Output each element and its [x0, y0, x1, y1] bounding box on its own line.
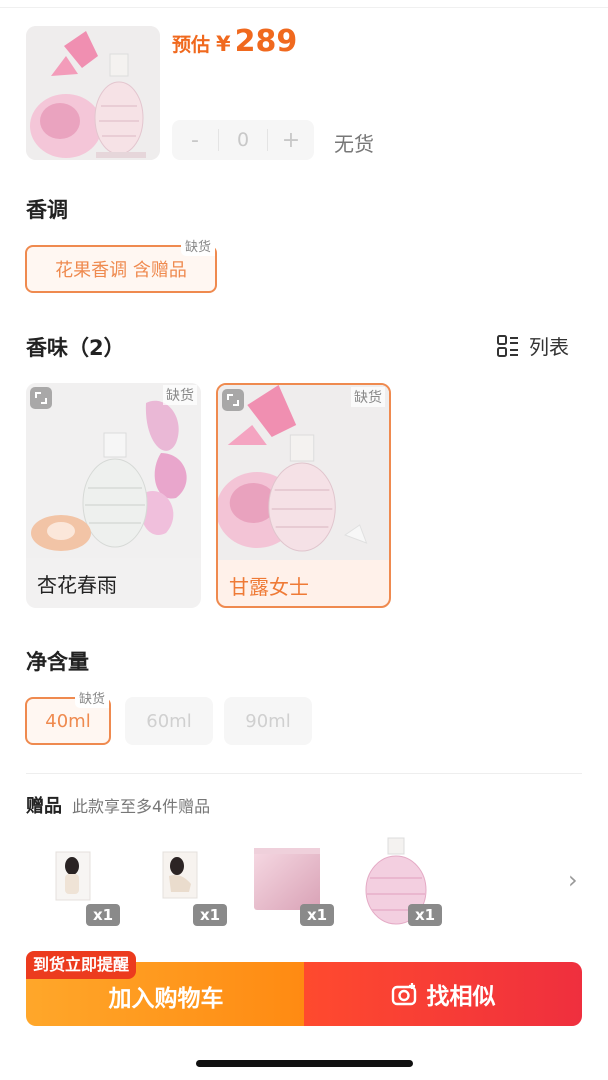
- section-divider: [26, 773, 582, 774]
- gift-quantity: x1: [300, 904, 334, 926]
- gift-title: 赠品: [26, 796, 62, 817]
- out-of-stock-tag: 缺货: [351, 387, 385, 407]
- section-title-note: 香调: [26, 198, 68, 222]
- top-divider: [0, 0, 608, 8]
- zoom-icon[interactable]: [222, 389, 244, 411]
- gift-quantity: x1: [408, 904, 442, 926]
- gift-item[interactable]: x1: [244, 836, 334, 928]
- option-note-floral-fruity[interactable]: 花果香调 含赠品 缺货: [25, 235, 217, 293]
- quantity-value[interactable]: 0: [218, 129, 268, 151]
- list-view-label: 列表: [529, 335, 569, 359]
- out-of-stock-tag: 缺货: [74, 687, 109, 708]
- option-label: 40ml: [45, 710, 91, 732]
- scent-card-apricot[interactable]: 缺货 杏花春雨: [26, 383, 201, 608]
- option-label: 90ml: [245, 710, 291, 732]
- price-value: 289: [234, 24, 298, 59]
- gift-item[interactable]: x1: [137, 836, 227, 928]
- price-estimate-label: 预估: [172, 34, 211, 56]
- option-volume-60ml[interactable]: 60ml: [125, 697, 213, 745]
- find-similar-label: 找相似: [426, 984, 496, 1010]
- price-row: 预估 ¥ 289: [172, 24, 297, 59]
- product-thumbnail[interactable]: [26, 26, 160, 160]
- chevron-right-icon[interactable]: ›: [568, 866, 578, 894]
- option-volume-40ml[interactable]: 40ml 缺货: [25, 687, 111, 745]
- scent-image-apricot: [26, 383, 201, 558]
- scent-name: 杏花春雨: [37, 573, 117, 597]
- gift-item[interactable]: x1: [30, 836, 120, 928]
- list-view-icon: [497, 334, 518, 357]
- out-of-stock-tag: 缺货: [163, 385, 197, 405]
- scent-image-lady: [218, 385, 389, 560]
- scent-name: 甘露女士: [229, 575, 309, 599]
- add-to-cart-label: 加入购物车: [108, 986, 224, 1012]
- scent-card-lady[interactable]: 缺货 甘露女士: [216, 383, 391, 608]
- list-view-toggle[interactable]: 列表: [497, 331, 569, 360]
- quantity-stepper[interactable]: - 0 +: [172, 120, 314, 160]
- option-volume-90ml[interactable]: 90ml: [224, 697, 312, 745]
- section-title-scent: 香味（2）: [26, 336, 125, 360]
- restock-notify-tag: 到货立即提醒: [26, 951, 137, 979]
- stock-status: 无货: [334, 132, 374, 156]
- gift-quantity: x1: [193, 904, 227, 926]
- currency-symbol: ¥: [216, 32, 231, 56]
- increase-button[interactable]: +: [268, 128, 314, 153]
- camera-icon: [391, 983, 416, 1006]
- gift-header: 赠品 此款享至多4件赠品: [26, 792, 210, 818]
- gift-quantity: x1: [86, 904, 120, 926]
- gift-description: 此款享至多4件赠品: [72, 797, 211, 816]
- out-of-stock-tag: 缺货: [180, 235, 215, 256]
- find-similar-button[interactable]: 找相似: [304, 962, 582, 1026]
- zoom-icon[interactable]: [30, 387, 52, 409]
- option-label: 60ml: [146, 710, 192, 732]
- gift-item[interactable]: x1: [352, 836, 442, 928]
- decrease-button[interactable]: -: [172, 128, 218, 153]
- home-indicator: [196, 1060, 413, 1067]
- option-label: 花果香调 含赠品: [55, 260, 187, 281]
- section-title-volume: 净含量: [26, 650, 89, 674]
